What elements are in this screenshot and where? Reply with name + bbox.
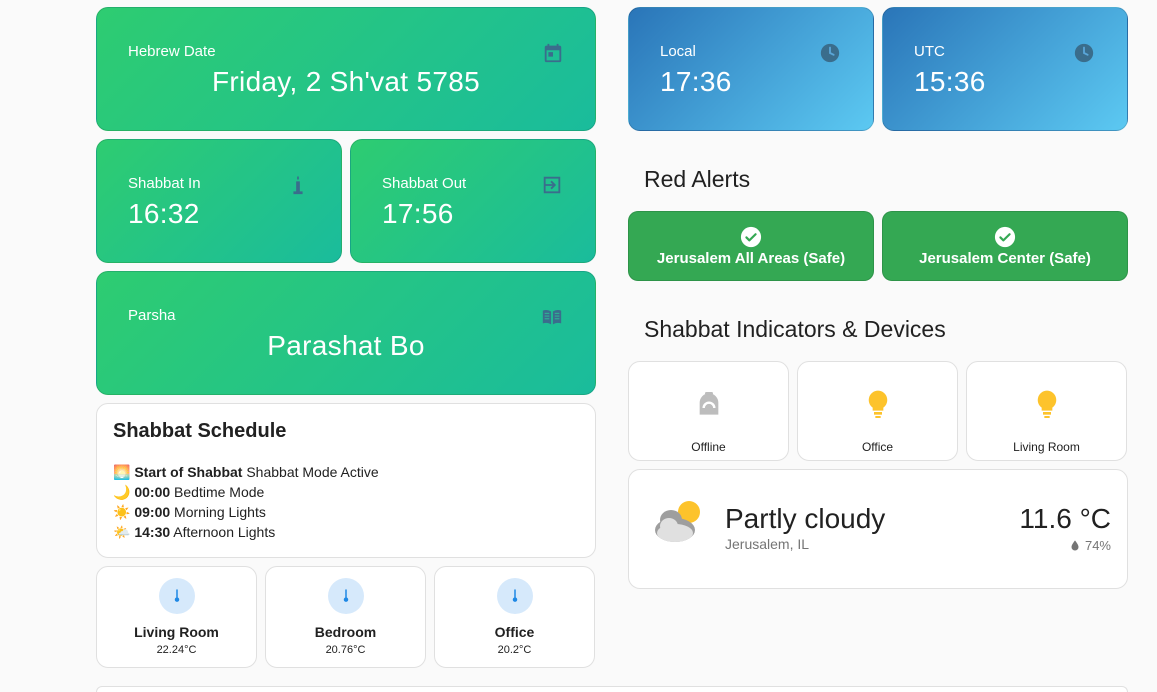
calendar-icon	[544, 43, 562, 63]
schedule-time: 14:30	[134, 524, 171, 540]
alert-label: Jerusalem All Areas (Safe)	[656, 250, 846, 267]
local-time-value: 17:36	[660, 66, 732, 97]
utc-time-value: 15:36	[914, 66, 986, 97]
thermometer-icon	[174, 589, 179, 602]
schedule-time: 00:00	[134, 484, 171, 500]
sensor-value: 20.2°C	[497, 644, 532, 656]
sensor-icon-bg	[496, 578, 533, 614]
weather-temperature: 11.6 °C	[1019, 503, 1111, 534]
moon-icon: 🌙	[113, 484, 131, 500]
shabbat-out-value: 17:56	[382, 198, 454, 229]
hebrew-date-label: Hebrew Date	[128, 43, 216, 60]
sensor-bedroom[interactable]: Bedroom 20.76°C	[265, 566, 426, 668]
clock-icon	[1074, 43, 1094, 63]
utc-time-card[interactable]: UTC 15:36	[882, 7, 1128, 131]
parsha-card[interactable]: Parsha Parashat Bo	[96, 271, 596, 395]
shabbat-schedule-card: Shabbat Schedule 🌅 Start of Shabbat Shab…	[96, 403, 596, 558]
weather-condition: Partly cloudy	[725, 503, 886, 534]
book-icon	[542, 309, 562, 325]
schedule-text: Shabbat Mode Active	[246, 464, 379, 480]
schedule-time: Start of Shabbat	[134, 464, 243, 480]
weather-location: Jerusalem, IL	[725, 536, 810, 552]
candle-icon	[293, 175, 303, 195]
device-offline[interactable]: Offline	[628, 361, 789, 461]
sunrise-icon: 🌅	[113, 464, 131, 480]
bottom-card	[96, 686, 1128, 692]
kettle-icon	[699, 392, 718, 415]
device-label: Living Room	[1013, 440, 1080, 454]
sensor-icon-bg	[158, 578, 195, 614]
sensor-value: 20.76°C	[325, 644, 366, 656]
schedule-text: Afternoon Lights	[173, 524, 276, 540]
schedule-item: 🌤️ 14:30 Afternoon Lights	[113, 522, 379, 542]
schedule-item: ☀️ 09:00 Morning Lights	[113, 502, 379, 522]
sensor-value: 22.24°C	[156, 644, 197, 656]
indicators-title: Shabbat Indicators & Devices	[644, 316, 946, 342]
shabbat-out-label: Shabbat Out	[382, 175, 467, 192]
clock-icon	[820, 43, 840, 63]
sensor-living-room[interactable]: Living Room 22.24°C	[96, 566, 257, 668]
schedule-item: 🌙 00:00 Bedtime Mode	[113, 482, 379, 502]
alert-label: Jerusalem Center (Safe)	[919, 250, 1091, 267]
check-circle-icon	[740, 226, 762, 248]
sensor-name: Bedroom	[314, 624, 377, 640]
sensor-icon-bg	[327, 578, 364, 614]
parsha-value: Parashat Bo	[267, 330, 425, 361]
sensor-name: Office	[494, 624, 535, 640]
device-label: Office	[861, 440, 894, 454]
weather-humidity: 74%	[1069, 538, 1111, 553]
thermometer-icon	[343, 589, 348, 602]
exit-icon	[543, 176, 561, 194]
local-time-card[interactable]: Local 17:36	[628, 7, 874, 131]
sensor-name: Living Room	[134, 624, 219, 640]
lightbulb-icon	[1037, 390, 1056, 418]
shabbat-in-card[interactable]: Shabbat In 16:32	[96, 139, 342, 263]
red-alerts-title: Red Alerts	[644, 166, 751, 192]
device-living-room-light[interactable]: Living Room	[966, 361, 1127, 461]
weather-card[interactable]: Partly cloudy Jerusalem, IL 11.6 °C 74%	[628, 469, 1128, 589]
shabbat-out-card[interactable]: Shabbat Out 17:56	[350, 139, 596, 263]
lightbulb-icon	[868, 390, 887, 418]
schedule-title: Shabbat Schedule	[113, 420, 287, 442]
partly-cloudy-icon	[655, 501, 700, 542]
device-office-light[interactable]: Office	[797, 361, 958, 461]
schedule-list: 🌅 Start of Shabbat Shabbat Mode Active 🌙…	[113, 462, 379, 542]
alert-jerusalem-center[interactable]: Jerusalem Center (Safe)	[882, 211, 1128, 281]
parsha-label: Parsha	[128, 307, 176, 324]
humidity-value: 74%	[1084, 538, 1111, 553]
humidity-icon	[1071, 540, 1079, 551]
check-circle-icon	[994, 226, 1016, 248]
shabbat-in-value: 16:32	[128, 198, 200, 229]
schedule-text: Morning Lights	[174, 504, 266, 520]
hebrew-date-card[interactable]: Hebrew Date Friday, 2 Sh'vat 5785	[96, 7, 596, 131]
shabbat-in-label: Shabbat In	[128, 175, 201, 192]
hebrew-date-value: Friday, 2 Sh'vat 5785	[212, 66, 480, 97]
schedule-time: 09:00	[134, 504, 171, 520]
schedule-item: 🌅 Start of Shabbat Shabbat Mode Active	[113, 462, 379, 482]
utc-time-label: UTC	[914, 43, 945, 60]
sensor-office[interactable]: Office 20.2°C	[434, 566, 595, 668]
local-time-label: Local	[660, 43, 696, 60]
thermometer-icon	[512, 589, 517, 602]
sun-cloud-icon: 🌤️	[113, 524, 131, 540]
device-label: Offline	[691, 440, 726, 454]
schedule-text: Bedtime Mode	[174, 484, 265, 500]
alert-jerusalem-all-areas[interactable]: Jerusalem All Areas (Safe)	[628, 211, 874, 281]
sun-icon: ☀️	[113, 504, 131, 520]
